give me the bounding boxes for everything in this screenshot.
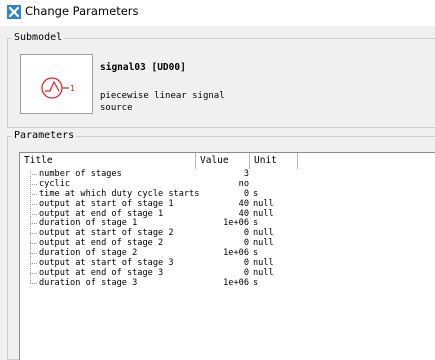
tree-branch [30,223,37,225]
tree-branch [30,174,37,175]
table-header: Title Value Unit [20,153,298,169]
tree-branch [30,243,37,245]
tree-branch [30,213,37,215]
port-label: 1 [70,84,75,93]
tree-branch [30,183,37,185]
cell-title: duration of stage 3 [39,277,138,288]
submodel-symbol[interactable]: 1 [20,54,93,114]
cell-unit: s [253,277,259,288]
tree-branch [30,282,37,284]
column-header-value[interactable]: Value [196,153,250,169]
signal-source-icon: 1 [41,77,75,99]
column-header-title[interactable]: Title [20,153,196,169]
parameters-group: Parameters Title Value Unit number of st… [7,129,435,360]
cell-value[interactable]: 1e+06 [196,278,249,289]
app-x-icon [7,5,21,19]
tree-branch [30,203,37,205]
tree-branch [30,193,37,195]
cell-value[interactable]: no [196,179,249,190]
table-row[interactable]: duration of stage 3 1e+06 s [20,277,435,289]
parameters-table[interactable]: Title Value Unit number of stages 3 cyclic… [19,152,435,360]
table-row[interactable]: number of stages 3 [20,169,435,180]
parameters-group-label: Parameters [12,129,77,143]
description-line-1: piecewise linear signal [100,91,225,101]
submodel-description: piecewise linear signal source [100,90,225,114]
table-body: number of stages 3 cyclic no time at which d… [20,169,435,289]
cell-value[interactable]: 0 [196,228,249,239]
description-line-2: source [100,103,133,113]
tree-branch [30,253,37,255]
submodel-group-label: Submodel [12,31,65,45]
window-title: Change Parameters [25,4,139,18]
title-bar: Change Parameters [0,0,435,26]
column-header-unit[interactable]: Unit [250,153,298,169]
tree-branch [30,263,37,265]
cell-value[interactable]: 0 [196,258,249,269]
cell-value[interactable]: 1e+06 [196,219,249,229]
tree-branch [30,233,37,235]
submodel-name: signal03 [UD00] [100,62,186,73]
submodel-group: Submodel 1 signal03 [UD00] piecewise lin… [7,31,435,128]
tree-branch [30,272,37,274]
cell-value[interactable]: 1e+06 [196,248,249,259]
